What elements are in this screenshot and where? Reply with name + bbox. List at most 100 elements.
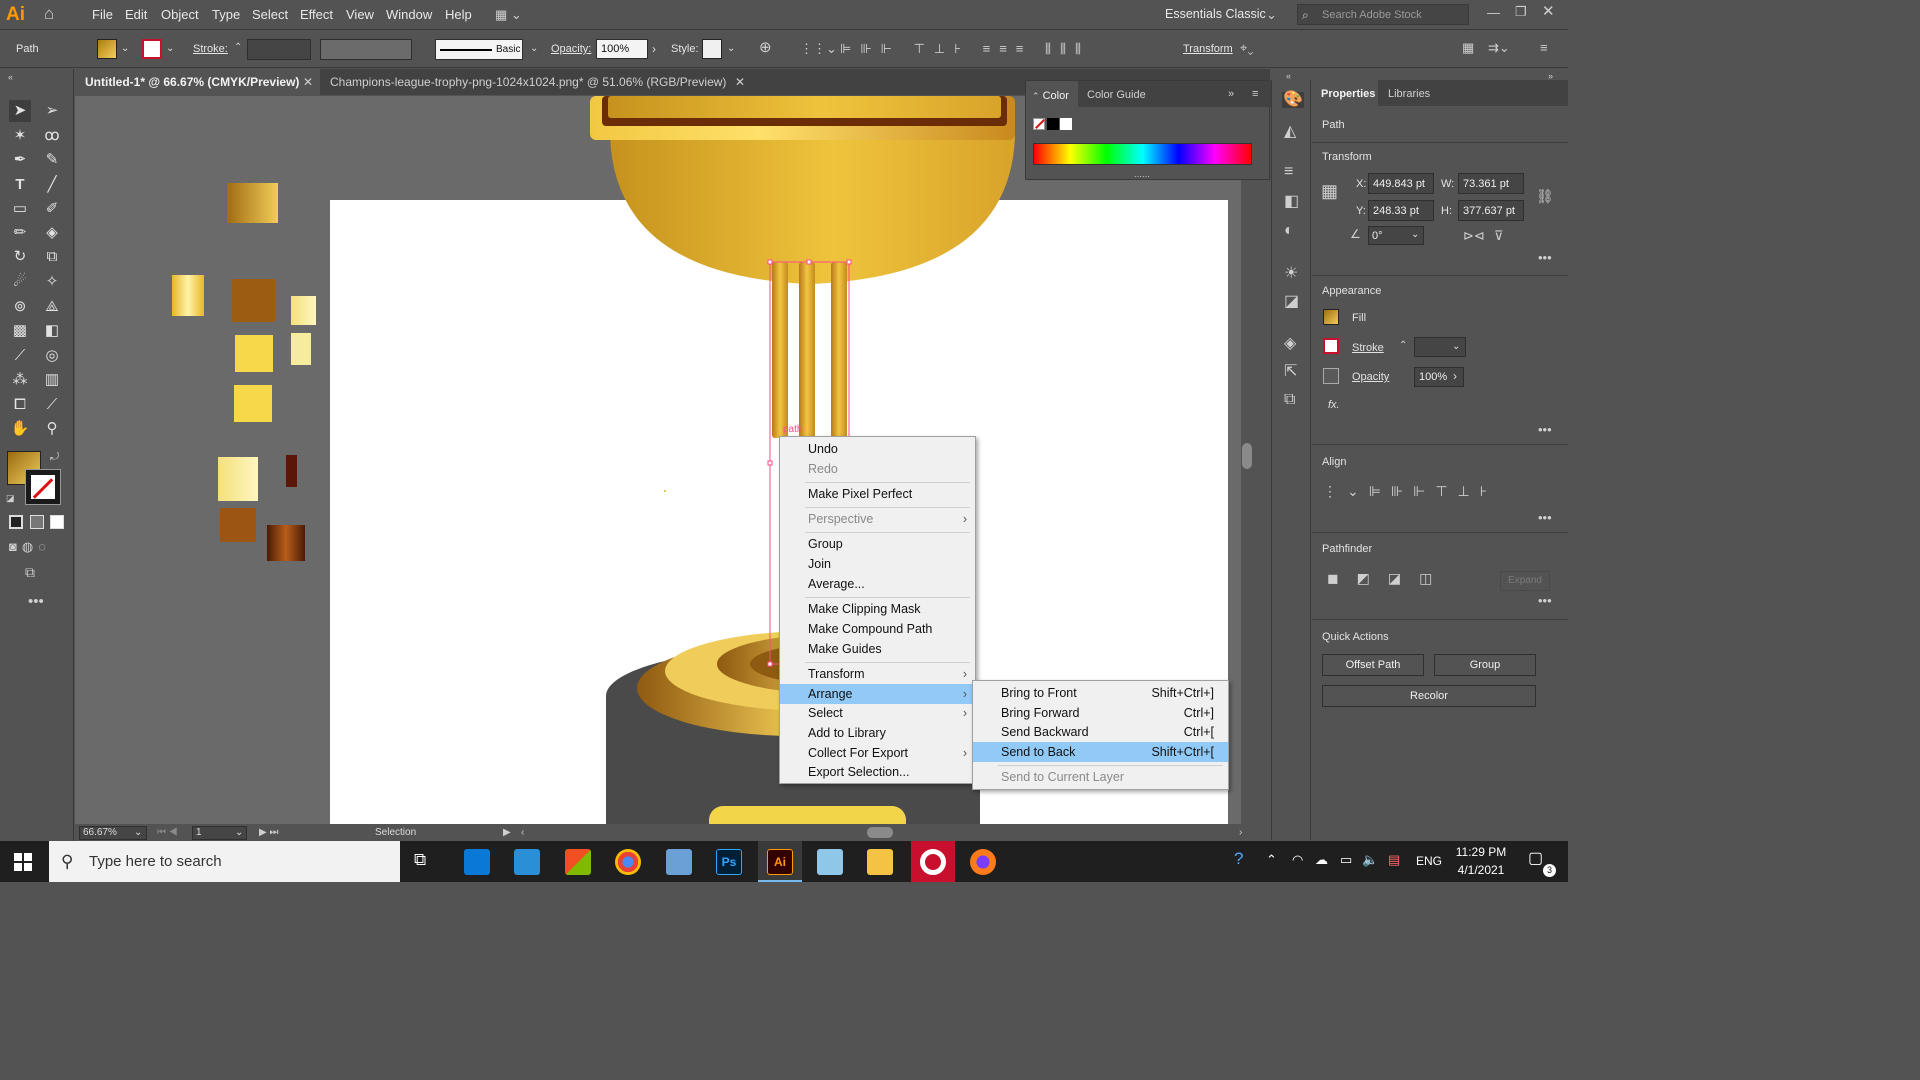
horizontal-scroll-thumb[interactable]: [867, 827, 893, 838]
stroke-swatch[interactable]: [142, 39, 162, 59]
menu-item-select[interactable]: Select ›: [780, 703, 975, 723]
tab-properties[interactable]: Properties: [1321, 88, 1375, 100]
swap-colors-icon[interactable]: ⤾: [50, 449, 59, 465]
gold-highlight-swatch[interactable]: [172, 275, 204, 316]
panel-resize-handle[interactable]: ⋯⋯: [1134, 169, 1150, 185]
stroke-label[interactable]: Stroke:: [193, 43, 228, 55]
scroll-left-icon[interactable]: ‹: [521, 825, 524, 841]
fill-swatch[interactable]: [97, 39, 117, 59]
control-menu-icon[interactable]: ≡: [1540, 40, 1548, 56]
minimize-icon[interactable]: —: [1487, 5, 1500, 21]
language-indicator[interactable]: ENG: [1416, 854, 1442, 868]
color-mode-icon[interactable]: [9, 515, 23, 529]
chevron-down-icon[interactable]: ⌄: [1452, 341, 1460, 352]
white-color-chip[interactable]: [1060, 118, 1072, 130]
expand-button[interactable]: Expand: [1500, 571, 1550, 591]
battery-icon[interactable]: ▭: [1340, 852, 1352, 868]
warp-tool-icon[interactable]: ☄: [9, 271, 31, 293]
none-mode-icon[interactable]: [50, 515, 64, 529]
gradient-mode-icon[interactable]: [30, 515, 44, 529]
column-graph-tool-icon[interactable]: ▥: [41, 369, 63, 391]
menu-item-make-pixel-perfect[interactable]: Make Pixel Perfect: [780, 484, 975, 504]
trophy-plaque[interactable]: [709, 806, 906, 824]
more-options-icon[interactable]: •••: [1538, 510, 1552, 526]
artboard-tool-icon[interactable]: ⧠: [9, 394, 31, 416]
vertical-scrollbar[interactable]: [1241, 96, 1253, 824]
paintbrush-tool-icon[interactable]: ✐: [41, 198, 63, 220]
appearance-opacity-label[interactable]: Opacity: [1352, 371, 1389, 383]
blend-tool-icon[interactable]: ◎: [41, 345, 63, 367]
zoom-tool-icon[interactable]: ⚲: [41, 418, 63, 440]
transform-link[interactable]: Transform: [1183, 43, 1233, 55]
file-app-icon[interactable]: [514, 849, 540, 875]
dark-copper-swatch[interactable]: [267, 525, 305, 561]
eyedropper-tool-icon[interactable]: ⟋: [9, 345, 31, 367]
pathfinder-buttons-icon[interactable]: ◼◩◪◫: [1327, 570, 1450, 586]
magic-wand-tool-icon[interactable]: ✶: [9, 125, 31, 147]
puppet-warp-tool-icon[interactable]: ✧: [41, 271, 63, 293]
scale-tool-icon[interactable]: ⧉: [41, 246, 63, 268]
selection-handle[interactable]: [767, 460, 773, 466]
expand-panel-icon[interactable]: »: [1228, 86, 1234, 102]
hand-tool-icon[interactable]: ✋: [9, 418, 31, 440]
mesh-tool-icon[interactable]: ▩: [9, 320, 31, 342]
menu-help[interactable]: Help: [445, 7, 472, 22]
scroll-right-icon[interactable]: ›: [1239, 825, 1242, 841]
firefox-app-icon[interactable]: [970, 849, 996, 875]
align-buttons-icon[interactable]: ⋮⌄⊫⊪⊩⊤⊥⊦: [1323, 483, 1497, 499]
notepad-app-icon[interactable]: [817, 849, 843, 875]
pencil-tool-icon[interactable]: ✏: [9, 222, 31, 244]
graphic-style-swatch[interactable]: [702, 39, 722, 59]
collapse-toolbar-icon[interactable]: «: [8, 69, 13, 85]
flip-vertical-icon[interactable]: ⊽: [1494, 228, 1504, 244]
variable-width-profile[interactable]: [320, 39, 412, 60]
graphic-styles-icon[interactable]: ◪: [1284, 294, 1299, 310]
trophy-rod[interactable]: [799, 262, 815, 438]
color-spectrum[interactable]: [1033, 143, 1252, 165]
appearance-stroke-swatch[interactable]: [1323, 338, 1339, 354]
pen-tool-icon[interactable]: ✒: [9, 149, 31, 171]
arrange-panels-icon[interactable]: ▦: [1462, 40, 1474, 56]
transparency-panel-icon[interactable]: ◐: [1284, 223, 1294, 239]
menu-item-transform[interactable]: Transform ›: [780, 664, 975, 684]
gradient-tool-icon[interactable]: ◧: [41, 320, 63, 342]
recolor-artwork-icon[interactable]: ⊕: [759, 40, 772, 56]
pale-gold-swatch[interactable]: [218, 457, 258, 501]
stroke-panel-icon[interactable]: ≡: [1284, 164, 1293, 180]
style-dropdown-icon[interactable]: ⌄: [727, 43, 735, 54]
menu-item-export-selection[interactable]: Export Selection...: [780, 762, 975, 782]
trophy-rod[interactable]: [831, 262, 847, 438]
next-artboard-icon[interactable]: ▶ ⏭: [259, 825, 278, 841]
more-tools-icon[interactable]: •••: [28, 594, 44, 610]
stroke-weight-stepper[interactable]: ⌃: [234, 40, 242, 56]
windows-start-icon[interactable]: [14, 853, 32, 871]
recolor-button[interactable]: Recolor: [1322, 685, 1536, 707]
brush-definition[interactable]: Basic: [435, 39, 523, 60]
brush-dropdown-icon[interactable]: ⌄: [530, 43, 538, 54]
vertical-scroll-thumb[interactable]: [1242, 443, 1252, 469]
menu-effect[interactable]: Effect: [300, 7, 333, 22]
shape-builder-tool-icon[interactable]: ⊚: [9, 296, 31, 318]
menu-item-make-guides[interactable]: Make Guides: [780, 639, 975, 659]
screen-mode-icon[interactable]: ⧉: [25, 564, 35, 580]
yellow-swatch[interactable]: [234, 385, 272, 422]
home-icon[interactable]: ⌂: [44, 5, 54, 22]
appearance-panel-icon[interactable]: ☀: [1284, 266, 1298, 282]
menu-item-add-to-library[interactable]: Add to Library: [780, 723, 975, 743]
menu-item-make-compound-path[interactable]: Make Compound Path: [780, 619, 975, 639]
selection-tool-icon[interactable]: ➤: [9, 100, 31, 122]
taskbar-search-box[interactable]: ⚲ Type here to search: [49, 841, 400, 882]
menu-object[interactable]: Object: [161, 7, 199, 22]
dark-red-swatch[interactable]: [286, 455, 297, 487]
group-button[interactable]: Group: [1434, 654, 1536, 676]
lasso-tool-icon[interactable]: ꝏ: [41, 125, 63, 147]
task-view-icon[interactable]: ⧉: [414, 851, 426, 868]
tab-close-icon[interactable]: ✕: [303, 74, 313, 90]
rotate-tool-icon[interactable]: ↻: [9, 246, 31, 268]
tab-color[interactable]: ⌃ Color: [1032, 88, 1069, 104]
menu-item-collect-for-export[interactable]: Collect For Export ›: [780, 743, 975, 763]
black-color-chip[interactable]: [1047, 118, 1059, 130]
menu-edit[interactable]: Edit: [125, 7, 147, 22]
3d-app-icon[interactable]: [666, 849, 692, 875]
type-tool-icon[interactable]: T: [9, 174, 31, 196]
